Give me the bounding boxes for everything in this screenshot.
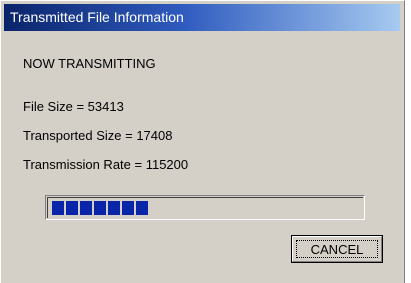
file-size-text: File Size = 53413: [23, 99, 124, 114]
progress-fill: [52, 201, 148, 215]
transmit-dialog: Transmitted File Information NOW TRANSMI…: [0, 0, 405, 283]
transmission-rate-text: Transmission Rate = 115200: [23, 157, 189, 172]
cancel-button[interactable]: CANCEL: [291, 235, 383, 263]
transfer-progress-bar: [45, 195, 365, 220]
dialog-title: Transmitted File Information: [4, 4, 400, 31]
cancel-button-label: CANCEL: [296, 240, 378, 258]
transported-size-text: Transported Size = 17408: [23, 128, 173, 143]
status-heading: NOW TRANSMITTING: [23, 56, 156, 71]
